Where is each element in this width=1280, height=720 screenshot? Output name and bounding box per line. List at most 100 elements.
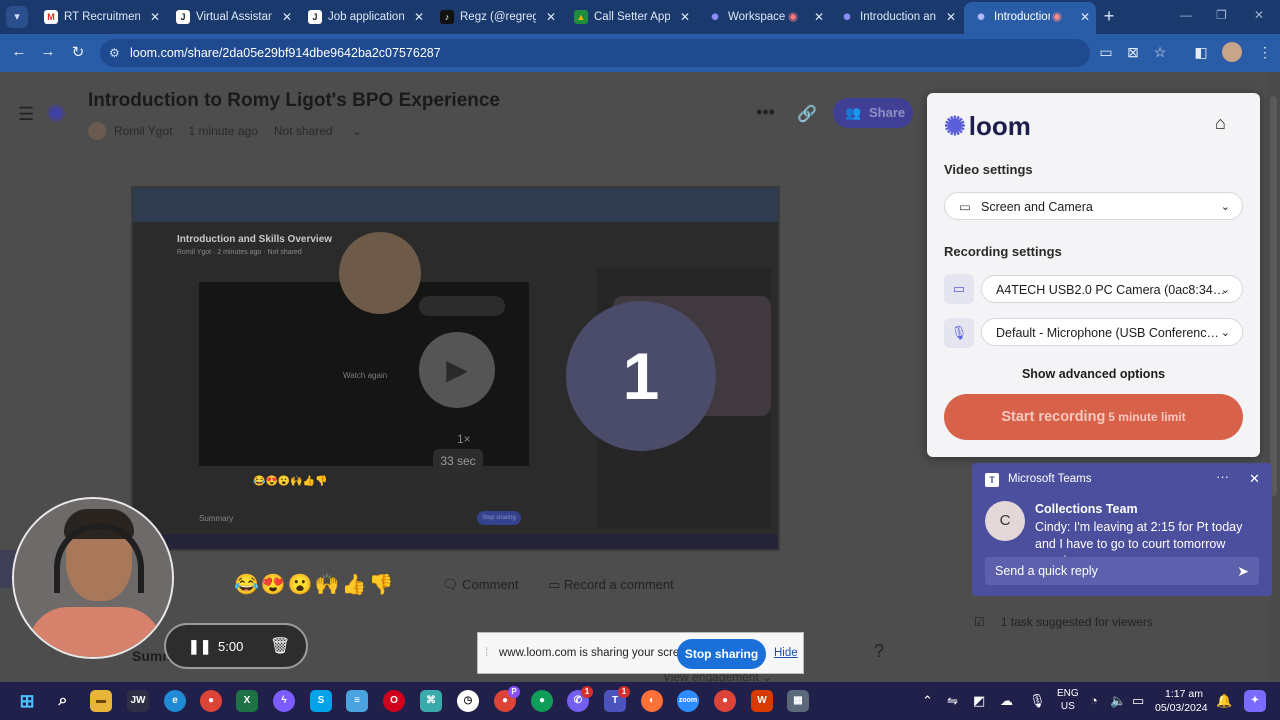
opera-icon[interactable]: O xyxy=(383,690,405,712)
tab-workspace[interactable]: ✺ Workspace S ◉ ✕ xyxy=(698,4,830,30)
copy-link-icon[interactable]: 🔗 xyxy=(797,104,817,124)
new-tab-button[interactable]: + xyxy=(1100,6,1118,26)
tab-search-button[interactable]: ▾ xyxy=(6,6,28,28)
close-icon[interactable]: ✕ xyxy=(546,4,556,30)
tab-introduction-active[interactable]: ✺ Introduction ◉ ✕ xyxy=(964,2,1096,34)
scrollbar-thumb[interactable] xyxy=(1270,96,1277,496)
bookmark-star-icon[interactable]: ☆ xyxy=(1151,44,1169,61)
skype-icon[interactable]: S xyxy=(310,690,332,712)
windows-start-icon[interactable]: ⊞ xyxy=(16,690,38,712)
firefox-icon[interactable]: ◐ xyxy=(641,690,663,712)
file-explorer-icon[interactable]: ▬ xyxy=(90,690,112,712)
tab-introduction-and[interactable]: ✺ Introduction and ✕ xyxy=(830,4,962,30)
teams-notification[interactable]: T Microsoft Teams ··· ✕ C Collections Te… xyxy=(972,463,1272,596)
window-close-icon[interactable]: ✕ xyxy=(1254,8,1264,22)
close-icon[interactable]: ✕ xyxy=(946,4,956,30)
close-icon[interactable]: ✕ xyxy=(1080,2,1090,32)
chrome-icon[interactable]: ● xyxy=(200,690,222,712)
cast-blocked-icon[interactable]: ⊠ xyxy=(1124,44,1142,61)
microphone-select[interactable]: Default - Microphone (USB Conferenc… ⌄ xyxy=(981,318,1243,346)
zoom-icon[interactable]: zoom xyxy=(677,690,699,712)
close-icon[interactable]: ✕ xyxy=(150,4,160,30)
pause-icon[interactable]: ❚❚ xyxy=(188,638,211,655)
send-icon[interactable]: ➤ xyxy=(1237,557,1249,585)
chrome-profile-icon[interactable]: ● P xyxy=(494,686,520,712)
side-panel-icon[interactable]: ◧ xyxy=(1192,44,1210,61)
viber-icon[interactable]: ✆ 1 xyxy=(567,686,593,712)
search-icon[interactable]: ⌕ xyxy=(52,690,74,712)
wps-office-icon[interactable]: W xyxy=(751,690,773,712)
jw-library-icon[interactable]: JW xyxy=(127,690,149,712)
stop-sharing-button[interactable]: Stop sharing xyxy=(677,639,766,669)
site-info-icon[interactable]: ⚙ xyxy=(109,39,120,67)
forward-button[interactable]: → xyxy=(38,43,58,60)
tab-tiktok[interactable]: ♪ Regz (@regregz ✕ xyxy=(430,4,562,30)
more-options-icon[interactable]: ••• xyxy=(756,102,775,123)
edge-icon[interactable]: e xyxy=(164,690,186,712)
webcam-bubble[interactable] xyxy=(12,497,174,659)
close-icon[interactable]: ✕ xyxy=(414,4,424,30)
system-clock[interactable]: 1:17 am 05/03/2024 xyxy=(1155,687,1208,715)
camera-icon[interactable]: ▭ xyxy=(944,274,974,304)
start-recording-button[interactable]: Start recording 5 minute limit xyxy=(944,394,1243,440)
privacy-dropdown[interactable]: Not shared ⌄ xyxy=(274,124,362,139)
close-icon[interactable]: ✕ xyxy=(680,4,690,30)
notepad-icon[interactable]: ≡ xyxy=(346,690,368,712)
browser-menu-icon[interactable]: ⋮ xyxy=(1256,44,1274,61)
camera-select[interactable]: A4TECH USB2.0 PC Camera (0ac8:34… ⌄ xyxy=(981,275,1243,303)
network-app-icon[interactable]: ⌘ xyxy=(420,690,442,712)
camera-icon[interactable]: ▭ xyxy=(1097,44,1115,61)
calculator-icon[interactable]: ▦ xyxy=(787,690,809,712)
drag-handle-icon[interactable]: ⁞ xyxy=(485,645,488,659)
playback-speed[interactable]: 1× xyxy=(457,432,471,446)
minimize-icon[interactable]: — xyxy=(1180,8,1192,22)
profile-avatar[interactable] xyxy=(1222,42,1242,62)
more-options-icon[interactable]: ··· xyxy=(1216,469,1229,484)
trash-icon[interactable]: 🗑 xyxy=(270,636,290,656)
loom-logo-icon[interactable]: ✺ xyxy=(46,100,66,129)
author-name[interactable]: Romil Ygot xyxy=(114,124,172,138)
clock-app-icon[interactable]: ◷ xyxy=(457,690,479,712)
tab-job-application[interactable]: J Job application s ✕ xyxy=(298,4,430,30)
tab-virtual-assistant[interactable]: J Virtual Assistant ✕ xyxy=(166,4,298,30)
tab-call-setter[interactable]: ▲ Call Setter Appli ✕ xyxy=(564,4,696,30)
wifi-icon[interactable]: ◔ xyxy=(1090,693,1098,708)
language-indicator[interactable]: ENG US xyxy=(1057,687,1079,713)
home-icon[interactable]: ⌂ xyxy=(1215,113,1226,134)
help-icon[interactable]: ? xyxy=(864,636,894,666)
onedrive-icon[interactable]: ☁ xyxy=(1000,693,1013,709)
close-icon[interactable]: ✕ xyxy=(814,4,824,30)
task-suggestion[interactable]: ☑ 1 task suggested for viewers xyxy=(974,615,1153,629)
microphone-icon[interactable]: 🎙 xyxy=(944,318,974,348)
back-button[interactable]: ← xyxy=(9,43,29,60)
comment-button[interactable]: 🗨 Comment xyxy=(442,577,518,593)
maximize-icon[interactable]: ❐ xyxy=(1216,8,1227,22)
microphone-icon[interactable]: 🎙 xyxy=(1029,693,1046,709)
video-mode-select[interactable]: ▭ Screen and Camera ⌄ xyxy=(944,192,1243,220)
close-icon[interactable]: ✕ xyxy=(1249,471,1260,487)
tray-app-icon[interactable]: ◩ xyxy=(973,693,985,709)
share-button[interactable]: 👥 Share xyxy=(833,98,913,128)
url-field[interactable]: ⚙ loom.com/share/2da05e29bf914dbe9642ba2… xyxy=(100,39,1090,67)
notifications-bell-icon[interactable]: 🔔 xyxy=(1216,693,1232,709)
hamburger-menu-icon[interactable]: ☰ xyxy=(18,104,34,125)
battery-icon[interactable]: ▭ xyxy=(1132,693,1144,709)
quick-reply-input[interactable]: Send a quick reply ➤ xyxy=(985,557,1259,585)
play-icon[interactable]: ▶ xyxy=(419,332,495,408)
chrome-profile-icon[interactable]: ● xyxy=(531,690,553,712)
reload-button[interactable]: ↻ xyxy=(68,43,88,61)
excel-icon[interactable]: X xyxy=(236,690,258,712)
chevron-up-icon[interactable]: ⌃ xyxy=(922,693,933,709)
close-icon[interactable]: ✕ xyxy=(282,4,292,30)
volume-icon[interactable]: 🔈 xyxy=(1110,693,1126,709)
copilot-icon[interactable]: ✦ xyxy=(1244,690,1266,712)
chrome-active-icon[interactable]: ● xyxy=(714,690,736,712)
tab-rt-recruitment[interactable]: M RT Recruitment S ✕ xyxy=(34,4,166,30)
messenger-icon[interactable]: ϟ xyxy=(273,690,295,712)
emoji-reactions[interactable]: 😂😍😮🙌👍👎 xyxy=(234,572,395,597)
teams-icon[interactable]: T1 xyxy=(604,686,630,712)
record-comment-button[interactable]: ▭ Record a comment xyxy=(548,577,674,593)
tray-app-icon[interactable]: ⇋ xyxy=(947,693,958,709)
show-advanced-options-button[interactable]: Show advanced options xyxy=(927,367,1260,381)
hide-link[interactable]: Hide xyxy=(774,647,798,659)
